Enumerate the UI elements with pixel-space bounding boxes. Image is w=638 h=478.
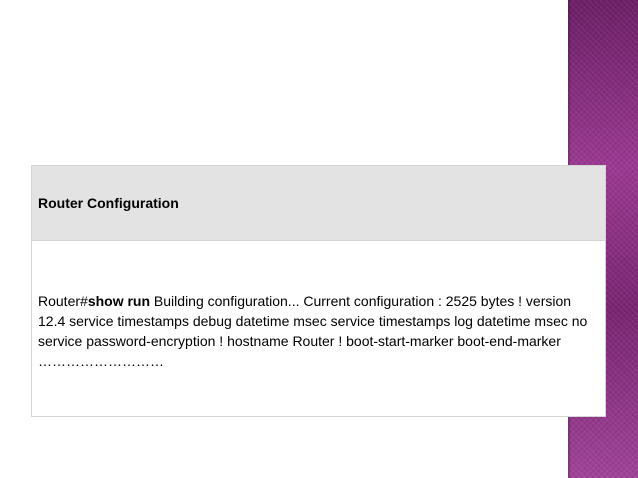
table-header-row: Router Configuration xyxy=(32,166,605,241)
table-header-title: Router Configuration xyxy=(38,195,179,211)
slide: Router Configuration Router#show run Bui… xyxy=(0,0,638,478)
cli-command: show run xyxy=(87,292,151,309)
cli-prompt: Router# xyxy=(38,292,88,309)
table-body-row: Router#show run Building configuration..… xyxy=(32,241,605,416)
config-table: Router Configuration Router#show run Bui… xyxy=(31,165,606,417)
config-output-text: Router#show run Building configuration..… xyxy=(38,291,599,371)
